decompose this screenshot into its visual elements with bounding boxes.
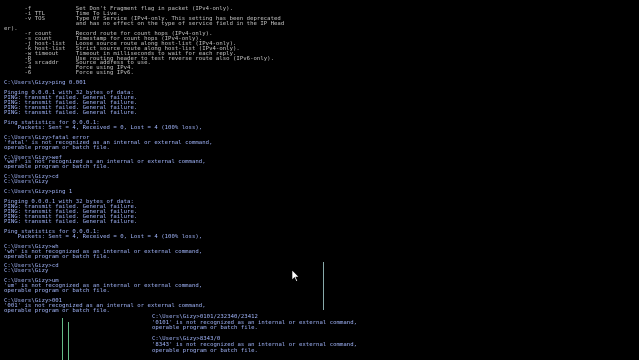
console-line: C:\Users\Gizy>ping 0.001 (4, 80, 87, 87)
console-line: operable program or batch file. (4, 253, 110, 260)
scroll-indicator (62, 318, 63, 360)
console-line: C:\Users\Gizy (4, 268, 49, 275)
console-line: operable program or batch file. (152, 347, 258, 354)
scroll-indicator (68, 322, 69, 360)
console-line: C:\Users\Gizy>ping 1 (4, 189, 73, 196)
console-line: and has no effect on the type of service… (4, 20, 285, 27)
mouse-pointer-icon (292, 270, 300, 282)
console-line: Packets: Sent = 4, Received = 0, Lost = … (4, 233, 203, 240)
console-line: operable program or batch file. (4, 144, 110, 151)
console-line: operable program or batch file. (4, 164, 110, 171)
console-line: C:\Users\Gizy (4, 179, 49, 186)
console-line: operable program or batch file. (4, 288, 110, 295)
console-line: -6 Force using IPv6. (4, 70, 134, 77)
console-window[interactable]: -f Set Don't Fragment flag in packet (IP… (0, 0, 639, 360)
console-line: PING: transmit failed. General failure. (4, 109, 138, 116)
scroll-indicator (323, 262, 324, 310)
console-line: operable program or batch file. (4, 307, 110, 314)
console-line: PING: transmit failed. General failure. (4, 218, 138, 225)
console-line: operable program or batch file. (152, 325, 258, 332)
console-line: Packets: Sent = 4, Received = 0, Lost = … (4, 124, 203, 131)
